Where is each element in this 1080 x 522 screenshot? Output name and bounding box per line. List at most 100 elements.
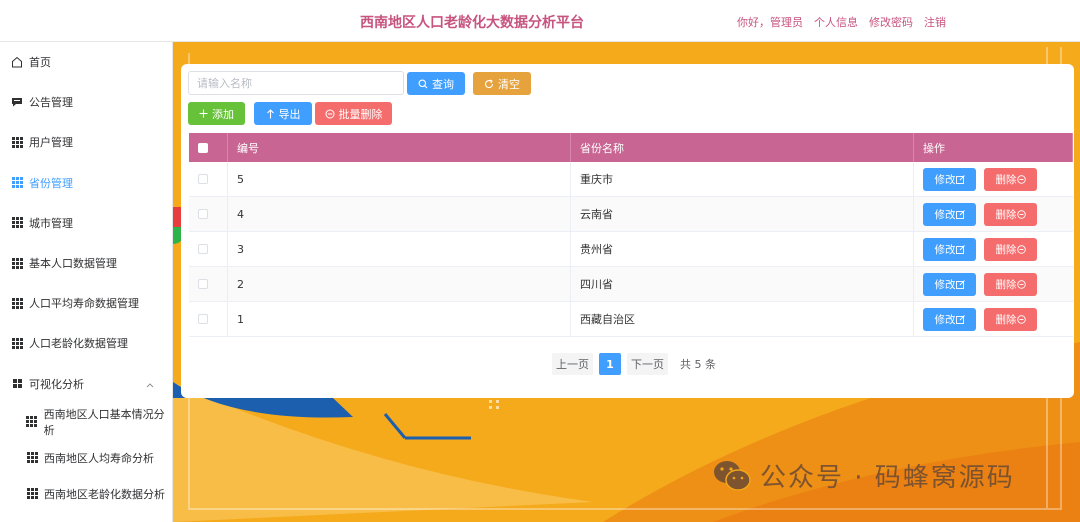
delete-button[interactable]: 删除	[984, 167, 1037, 191]
watermark: 公众号 · 码蜂窝源码	[712, 457, 1015, 494]
batch-delete-button-label: 批量删除	[338, 107, 383, 121]
add-button[interactable]: 添加	[188, 102, 245, 125]
sidebar-item-label: 城市管理	[29, 216, 73, 230]
pagination: 上一页 1 下一页 共 5 条	[552, 353, 716, 375]
delete-button[interactable]: 删除	[984, 307, 1037, 331]
change-password-link[interactable]: 修改密码	[869, 14, 913, 30]
clear-button-label: 清空	[498, 77, 520, 91]
table-row: 5 重庆市 修改 删除	[189, 162, 1073, 197]
sidebar-item-label: 人口老龄化数据管理	[29, 337, 128, 351]
minus-circle-icon	[1016, 244, 1026, 254]
column-header-name: 省份名称	[571, 133, 914, 162]
edit-icon	[955, 174, 965, 184]
export-button[interactable]: 导出	[254, 102, 312, 125]
wechat-icon	[714, 460, 751, 491]
cell-id: 5	[228, 162, 571, 196]
chevron-up-icon	[146, 378, 154, 391]
sidebar-subitem-label: 西南地区人口基本情况分析	[43, 407, 165, 437]
prev-page-button[interactable]: 上一页	[552, 353, 593, 375]
cell-id: 4	[228, 197, 571, 231]
sidebar-item-label: 基本人口数据管理	[29, 257, 117, 271]
table-row: 2 四川省 修改 删除	[189, 267, 1073, 302]
edit-button[interactable]: 修改	[923, 307, 976, 331]
select-all-checkbox[interactable]	[198, 142, 208, 153]
edit-button[interactable]: 修改	[923, 272, 976, 296]
profile-link[interactable]: 个人信息	[814, 14, 858, 30]
sidebar-item-cities[interactable]: 城市管理	[0, 203, 172, 243]
sidebar-item-lifespan-data[interactable]: 人口平均寿命数据管理	[0, 283, 172, 323]
row-checkbox[interactable]	[198, 279, 208, 289]
minus-circle-icon	[1016, 314, 1026, 324]
sidebar-item-label: 人口平均寿命数据管理	[29, 297, 139, 311]
edit-button[interactable]: 修改	[923, 167, 976, 191]
sidebar-subitem-aging-analysis[interactable]: 西南地区老龄化数据分析	[0, 476, 172, 512]
minus-circle-icon	[325, 109, 334, 118]
sidebar-item-population-data[interactable]: 基本人口数据管理	[0, 243, 172, 283]
plus-icon	[199, 109, 208, 118]
cell-id: 3	[228, 232, 571, 266]
chat-icon	[11, 96, 23, 108]
minus-circle-icon	[1016, 209, 1026, 219]
column-header-actions: 操作	[914, 133, 1073, 162]
batch-delete-button[interactable]: 批量删除	[315, 102, 392, 125]
minus-circle-icon	[1016, 279, 1026, 289]
row-checkbox[interactable]	[198, 209, 208, 219]
sidebar-item-announcements[interactable]: 公告管理	[0, 82, 172, 122]
sidebar: 首页 公告管理 用户管理 省份管理 城市管理 基本人口数据管理 人口平均寿命数据…	[0, 42, 173, 522]
cell-id: 2	[228, 267, 571, 301]
sidebar-item-label: 首页	[29, 56, 51, 70]
sidebar-item-provinces[interactable]: 省份管理	[0, 163, 172, 203]
search-input[interactable]	[188, 71, 404, 95]
edit-icon	[955, 279, 965, 289]
table-row: 1 西藏自治区 修改 删除	[189, 302, 1073, 337]
page-number-button[interactable]: 1	[599, 353, 621, 375]
delete-button[interactable]: 删除	[984, 272, 1037, 296]
sidebar-item-users[interactable]: 用户管理	[0, 122, 172, 162]
table-header-row: 编号 省份名称 操作	[189, 133, 1073, 162]
home-icon	[11, 56, 23, 68]
table-row: 4 云南省 修改 删除	[189, 197, 1073, 232]
row-checkbox[interactable]	[198, 244, 208, 254]
sidebar-item-label: 省份管理	[29, 176, 73, 190]
next-page-button[interactable]: 下一页	[627, 353, 668, 375]
export-button-label: 导出	[278, 107, 301, 121]
grid-icon	[26, 488, 38, 500]
search-icon	[418, 79, 428, 88]
total-count: 共 5 条	[680, 358, 716, 371]
grid-icon	[11, 337, 23, 349]
edit-button[interactable]: 修改	[923, 202, 976, 226]
cell-name: 贵州省	[571, 232, 914, 266]
sidebar-item-visualization[interactable]: 可视化分析	[0, 364, 172, 404]
grid-icon	[11, 136, 23, 148]
top-header: 西南地区人口老龄化大数据分析平台 你好，管理员 个人信息 修改密码 注销	[0, 0, 1080, 42]
query-button[interactable]: 查询	[407, 72, 465, 95]
sidebar-subitem-label: 西南地区老龄化数据分析	[44, 487, 165, 501]
sidebar-subitem-label: 西南地区人均寿命分析	[44, 451, 154, 465]
grid-icon	[11, 177, 23, 189]
refresh-icon	[484, 79, 494, 88]
cell-name: 西藏自治区	[571, 302, 914, 336]
row-checkbox[interactable]	[198, 174, 208, 184]
sidebar-item-label: 公告管理	[29, 96, 73, 110]
sidebar-subitem-lifespan-analysis[interactable]: 西南地区人均寿命分析	[0, 440, 172, 476]
add-button-label: 添加	[212, 107, 234, 121]
grid4-icon	[11, 378, 23, 390]
grid-icon	[26, 452, 38, 464]
province-table: 编号 省份名称 操作 5 重庆市 修改 删除 4 云南省 修改 删除 3 贵州省…	[189, 133, 1073, 337]
edit-button[interactable]: 修改	[923, 237, 976, 261]
logout-link[interactable]: 注销	[924, 14, 946, 30]
sidebar-subitem-basic-analysis[interactable]: 西南地区人口基本情况分析	[0, 404, 172, 440]
grid-icon	[26, 416, 38, 428]
cell-name: 云南省	[571, 197, 914, 231]
sidebar-item-home[interactable]: 首页	[0, 42, 172, 82]
delete-button[interactable]: 删除	[984, 237, 1037, 261]
delete-button[interactable]: 删除	[984, 202, 1037, 226]
sidebar-item-aging-data[interactable]: 人口老龄化数据管理	[0, 323, 172, 363]
clear-button[interactable]: 清空	[473, 72, 531, 95]
main-content: 查询 清空 添加 导出 批量删除 编号 省份名称 操作	[173, 42, 1080, 522]
arrow-up-icon	[266, 108, 274, 118]
grid-icon	[11, 257, 23, 269]
column-header-id: 编号	[228, 133, 571, 162]
row-checkbox[interactable]	[198, 314, 208, 324]
app-title: 西南地区人口老龄化大数据分析平台	[360, 15, 584, 31]
